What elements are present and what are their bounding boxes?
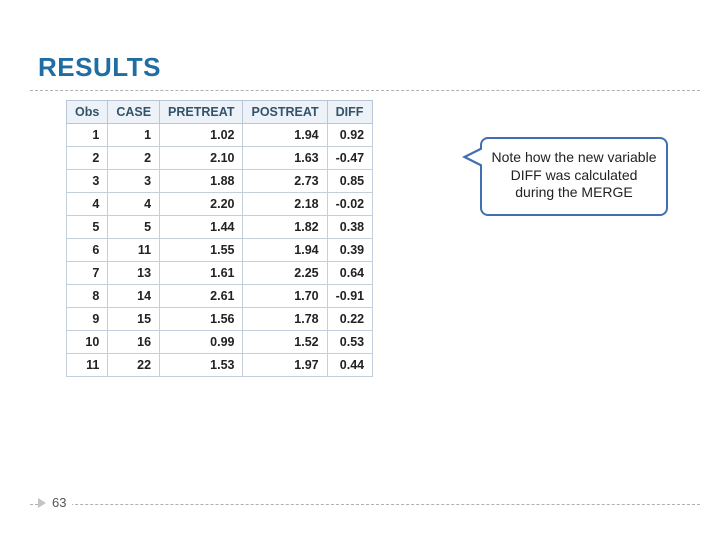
page-number: 63 [52, 495, 66, 510]
table-cell: 1.94 [243, 239, 327, 262]
table-cell: 0.85 [327, 170, 373, 193]
table-cell: 11 [67, 354, 108, 377]
table-cell: 2.25 [243, 262, 327, 285]
table-row: 442.202.18-0.02 [67, 193, 373, 216]
table-cell: 1.78 [243, 308, 327, 331]
divider-top [30, 90, 700, 91]
table-cell: 0.64 [327, 262, 373, 285]
table-row: 331.882.730.85 [67, 170, 373, 193]
page-title: RESULTS [38, 52, 161, 83]
table-cell: 7 [67, 262, 108, 285]
table-cell: 1.94 [243, 124, 327, 147]
table-cell: -0.91 [327, 285, 373, 308]
table-cell: 0.39 [327, 239, 373, 262]
table-cell: 13 [108, 262, 160, 285]
table-cell: 22 [108, 354, 160, 377]
table-cell: 1.61 [160, 262, 243, 285]
table-cell: 2 [108, 147, 160, 170]
col-diff: DIFF [327, 101, 373, 124]
table-cell: 9 [67, 308, 108, 331]
col-obs: Obs [67, 101, 108, 124]
table-cell: 5 [67, 216, 108, 239]
table-cell: 1.44 [160, 216, 243, 239]
table-cell: 0.99 [160, 331, 243, 354]
table-row: 9151.561.780.22 [67, 308, 373, 331]
table-cell: 1.02 [160, 124, 243, 147]
table-cell: 0.38 [327, 216, 373, 239]
table-cell: 5 [108, 216, 160, 239]
table-cell: 1.53 [160, 354, 243, 377]
table-row: 11221.531.970.44 [67, 354, 373, 377]
table-cell: 3 [67, 170, 108, 193]
table-cell: 0.92 [327, 124, 373, 147]
table-cell: 6 [67, 239, 108, 262]
table-row: 222.101.63-0.47 [67, 147, 373, 170]
table-row: 10160.991.520.53 [67, 331, 373, 354]
table-cell: 14 [108, 285, 160, 308]
table-row: 111.021.940.92 [67, 124, 373, 147]
table-cell: -0.47 [327, 147, 373, 170]
table-cell: 10 [67, 331, 108, 354]
table-row: 8142.611.70-0.91 [67, 285, 373, 308]
table-cell: 1 [67, 124, 108, 147]
table-cell: -0.02 [327, 193, 373, 216]
table-cell: 1.88 [160, 170, 243, 193]
table-cell: 1 [108, 124, 160, 147]
table-header-row: Obs CASE PRETREAT POSTREAT DIFF [67, 101, 373, 124]
table-cell: 2.20 [160, 193, 243, 216]
table-cell: 0.53 [327, 331, 373, 354]
table-cell: 1.55 [160, 239, 243, 262]
table-row: 6111.551.940.39 [67, 239, 373, 262]
table-cell: 1.52 [243, 331, 327, 354]
table-cell: 8 [67, 285, 108, 308]
table-cell: 0.22 [327, 308, 373, 331]
table-row: 551.441.820.38 [67, 216, 373, 239]
table-cell: 0.44 [327, 354, 373, 377]
col-postreat: POSTREAT [243, 101, 327, 124]
callout-note: Note how the new variable DIFF was calcu… [480, 137, 668, 216]
table-cell: 1.63 [243, 147, 327, 170]
table-cell: 4 [67, 193, 108, 216]
table-cell: 16 [108, 331, 160, 354]
table-cell: 2 [67, 147, 108, 170]
table-cell: 15 [108, 308, 160, 331]
page-arrow-icon [38, 498, 46, 508]
table-cell: 2.10 [160, 147, 243, 170]
table-cell: 2.18 [243, 193, 327, 216]
col-pretreat: PRETREAT [160, 101, 243, 124]
table-cell: 11 [108, 239, 160, 262]
table-cell: 1.56 [160, 308, 243, 331]
divider-bottom [30, 504, 700, 505]
table-cell: 4 [108, 193, 160, 216]
results-table: Obs CASE PRETREAT POSTREAT DIFF 111.021.… [66, 100, 373, 377]
col-case: CASE [108, 101, 160, 124]
results-table-wrap: Obs CASE PRETREAT POSTREAT DIFF 111.021.… [66, 100, 373, 377]
table-cell: 2.73 [243, 170, 327, 193]
table-cell: 3 [108, 170, 160, 193]
table-cell: 2.61 [160, 285, 243, 308]
table-row: 7131.612.250.64 [67, 262, 373, 285]
table-cell: 1.70 [243, 285, 327, 308]
page-number-wrap: 63 [38, 495, 72, 510]
table-cell: 1.82 [243, 216, 327, 239]
table-cell: 1.97 [243, 354, 327, 377]
